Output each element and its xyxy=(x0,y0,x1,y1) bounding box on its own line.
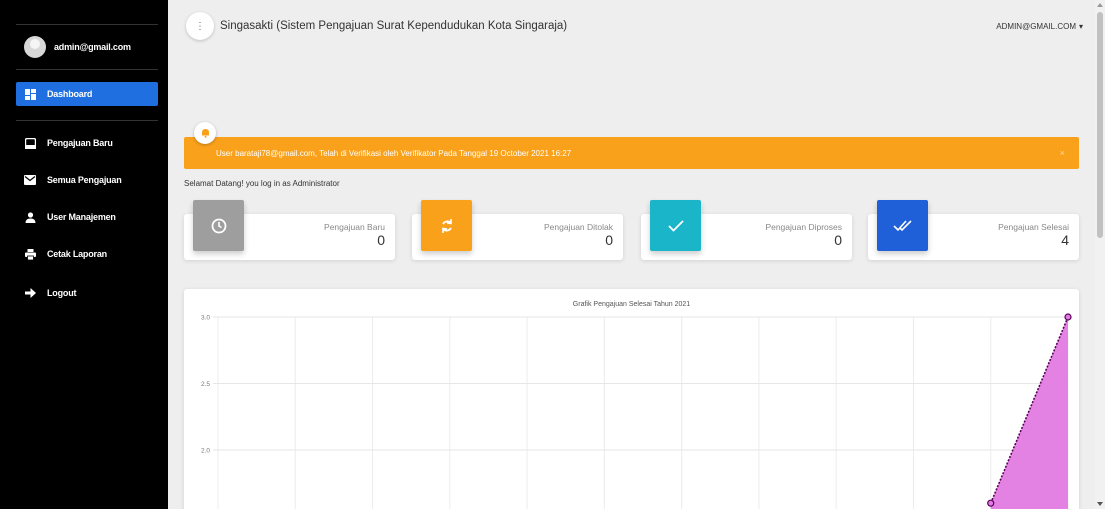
scroll-down-icon[interactable] xyxy=(1097,502,1103,506)
printer-icon xyxy=(24,248,36,260)
y-tick-label: 2.0 xyxy=(201,448,210,455)
notification-alert: User barataji78@gmail.com, Telah di Veri… xyxy=(184,137,1079,169)
arrow-right-icon xyxy=(24,287,36,299)
sidebar-item-logout[interactable]: Logout xyxy=(16,281,158,305)
sidebar-item-label: Cetak Laporan xyxy=(47,249,107,259)
clock-icon xyxy=(193,200,244,251)
sidebar: admin@gmail.com Dashboard Pengajuan Baru… xyxy=(0,0,168,509)
stat-value: 0 xyxy=(605,232,613,248)
y-tick-label: 3.0 xyxy=(201,315,210,322)
sidebar-item-user-manajemen[interactable]: User Manajemen xyxy=(16,205,158,229)
sidebar-item-label: Logout xyxy=(47,288,77,298)
data-point xyxy=(987,499,995,507)
dashboard-icon xyxy=(24,88,36,100)
page-title: Singasakti (Sistem Pengajuan Surat Kepen… xyxy=(220,20,568,32)
stat-card-pengajuan-ditolak[interactable]: Pengajuan Ditolak 0 xyxy=(412,200,623,260)
scroll-up-icon[interactable] xyxy=(1097,3,1103,7)
user-icon xyxy=(24,211,36,223)
scrollbar[interactable] xyxy=(1095,0,1105,509)
stat-card-pengajuan-selesai[interactable]: Pengajuan Selesai 4 xyxy=(868,200,1079,260)
stat-card-pengajuan-diproses[interactable]: Pengajuan Diproses 0 xyxy=(641,200,852,260)
stat-value: 0 xyxy=(834,232,842,248)
sidebar-user-email: admin@gmail.com xyxy=(54,42,131,52)
avatar xyxy=(24,36,46,58)
stat-label: Pengajuan Ditolak xyxy=(544,222,613,232)
sidebar-item-semua-pengajuan[interactable]: Semua Pengajuan xyxy=(16,168,158,192)
double-check-icon xyxy=(877,200,928,251)
stat-card-pengajuan-baru[interactable]: Pengajuan Baru 0 xyxy=(184,200,395,260)
inbox-icon xyxy=(24,137,36,149)
stat-value: 4 xyxy=(1061,232,1069,248)
sidebar-item-label: Pengajuan Baru xyxy=(47,138,113,148)
stat-label: Pengajuan Selesai xyxy=(998,222,1069,232)
close-icon[interactable]: × xyxy=(1060,148,1065,158)
stat-label: Pengajuan Diproses xyxy=(765,222,842,232)
stat-value: 0 xyxy=(377,232,385,248)
alert-message: User barataji78@gmail.com, Telah di Veri… xyxy=(216,148,572,158)
sidebar-item-cetak-laporan[interactable]: Cetak Laporan xyxy=(16,242,158,266)
sidebar-item-label: Semua Pengajuan xyxy=(47,175,122,185)
line-chart: 3.0 2.5 2.0 xyxy=(201,313,1072,509)
y-tick-label: 2.5 xyxy=(201,381,210,388)
sidebar-item-pengajuan-baru[interactable]: Pengajuan Baru xyxy=(16,131,158,155)
top-bar: ⋮ Singasakti (Sistem Pengajuan Surat Kep… xyxy=(180,8,1097,44)
chevron-down-icon: ▾ xyxy=(1078,22,1083,31)
sidebar-item-label: Dashboard xyxy=(47,89,93,99)
chart-card: Grafik Pengajuan Selesai Tahun 2021 3.0 2… xyxy=(184,289,1079,509)
welcome-text: Selamat Datang! you log in as Administra… xyxy=(184,179,340,188)
check-icon xyxy=(650,200,701,251)
stat-label: Pengajuan Baru xyxy=(324,222,385,232)
bell-icon xyxy=(194,122,216,144)
admin-label: ADMIN@GMAIL.COM xyxy=(996,22,1076,31)
mail-icon xyxy=(24,174,36,186)
admin-dropdown[interactable]: ADMIN@GMAIL.COM ▾ xyxy=(996,22,1083,31)
refresh-icon xyxy=(421,200,472,251)
more-vert-icon[interactable]: ⋮ xyxy=(186,12,214,40)
sidebar-item-dashboard[interactable]: Dashboard xyxy=(16,82,158,106)
sidebar-user[interactable]: admin@gmail.com xyxy=(16,24,158,70)
data-point xyxy=(1064,313,1072,321)
sidebar-divider xyxy=(16,120,158,121)
scroll-thumb[interactable] xyxy=(1097,12,1103,238)
series-area xyxy=(990,317,1068,509)
sidebar-item-label: User Manajemen xyxy=(47,212,116,222)
